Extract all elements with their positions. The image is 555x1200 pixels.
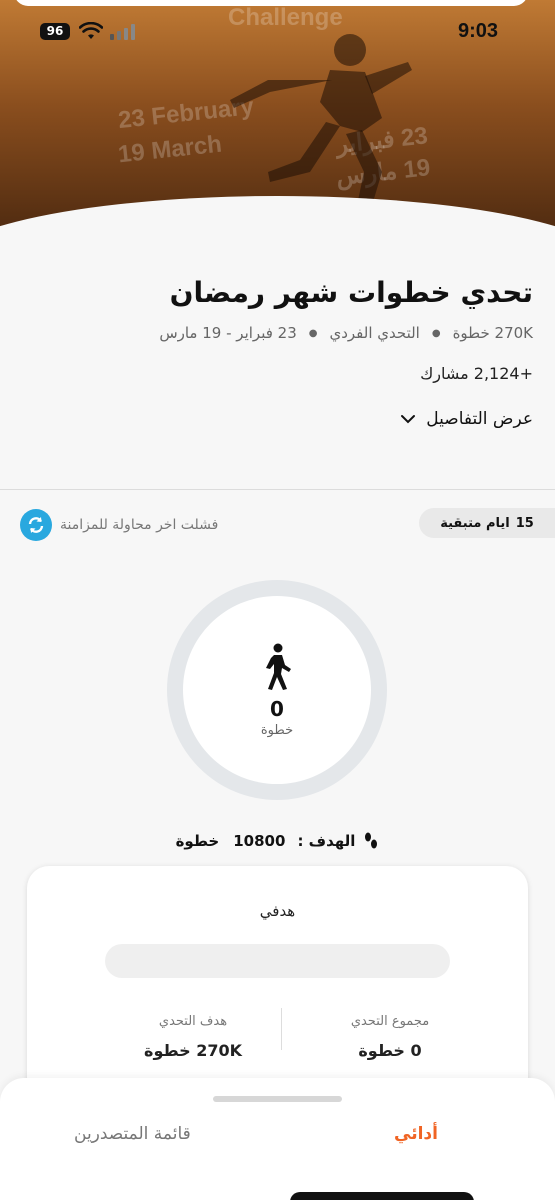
participants-count: +2,124 مشارك <box>420 364 533 383</box>
sync-status[interactable]: فشلت اخر محاولة للمزامنة <box>20 508 218 542</box>
meta-dot: ● <box>308 327 318 339</box>
card-title: هدفي <box>259 902 296 920</box>
meta-type: التحدي الفردي <box>329 324 420 342</box>
stat-divider <box>281 1008 282 1050</box>
steps-ring: 0 خطوة <box>167 580 387 800</box>
details-label: عرض التفاصيل <box>426 409 533 429</box>
goal-value: 10800 <box>233 832 286 850</box>
sync-icon[interactable] <box>20 509 52 541</box>
challenge-target: هدف التحدي 270K خطوة <box>113 1014 273 1060</box>
sheet-handle[interactable] <box>213 1096 342 1102</box>
target-label: هدف التحدي <box>158 1014 228 1029</box>
total-label: مجموع التحدي <box>350 1014 430 1029</box>
challenge-info: تحدي خطوات شهر رمضان 270K خطوة ● التحدي … <box>0 236 555 488</box>
challenge-total: مجموع التحدي 0 خطوة <box>310 1014 470 1060</box>
challenge-meta: 270K خطوة ● التحدي الفردي ● 23 فبراير - … <box>159 324 533 342</box>
battery-indicator: 96 <box>40 23 70 40</box>
challenge-title: تحدي خطوات شهر رمضان <box>169 276 533 309</box>
meta-dates: 23 فبراير - 19 مارس <box>159 324 297 342</box>
days-left-badge: 15 ايام متبقية <box>419 508 555 538</box>
target-value: 270K خطوة <box>144 1041 242 1060</box>
top-pill <box>14 0 528 6</box>
tab-my-performance[interactable]: أدائي <box>394 1124 438 1144</box>
total-value: 0 خطوة <box>358 1041 422 1060</box>
days-label: ايام متبقية <box>440 515 510 531</box>
status-bar: 96 9:03 <box>0 0 555 56</box>
steps-ring-center: 0 خطوة <box>183 596 371 784</box>
sync-message: فشلت اخر محاولة للمزامنة <box>60 517 219 533</box>
goal-unit: خطوة <box>175 832 220 850</box>
goal-label: الهدف : <box>297 832 356 850</box>
tab-leaderboard[interactable]: قائمة المتصدرين <box>74 1124 191 1144</box>
hero-curve <box>0 196 555 236</box>
section-divider <box>0 489 555 490</box>
clock: 9:03 <box>457 20 498 42</box>
floating-bar <box>290 1192 474 1200</box>
my-goal-card: هدفي مجموع التحدي 0 خطوة هدف التحدي 270K… <box>27 866 528 1106</box>
show-details-button[interactable]: عرض التفاصيل <box>400 409 533 429</box>
signal-icon <box>110 24 135 40</box>
goal-progress-bar <box>105 944 450 978</box>
footprints-icon <box>365 832 378 849</box>
steps-unit: خطوة <box>260 722 294 738</box>
meta-steps: 270K خطوة <box>452 324 533 342</box>
steps-count: 0 <box>270 696 284 721</box>
daily-goal: الهدف : 10800 خطوة <box>0 832 555 850</box>
bottom-sheet: أدائي قائمة المتصدرين <box>0 1078 555 1200</box>
walking-person-icon <box>266 643 291 690</box>
chevron-down-icon <box>401 415 416 424</box>
meta-dot: ● <box>431 327 441 339</box>
wifi-icon <box>79 22 103 39</box>
days-count: 15 <box>515 515 534 531</box>
